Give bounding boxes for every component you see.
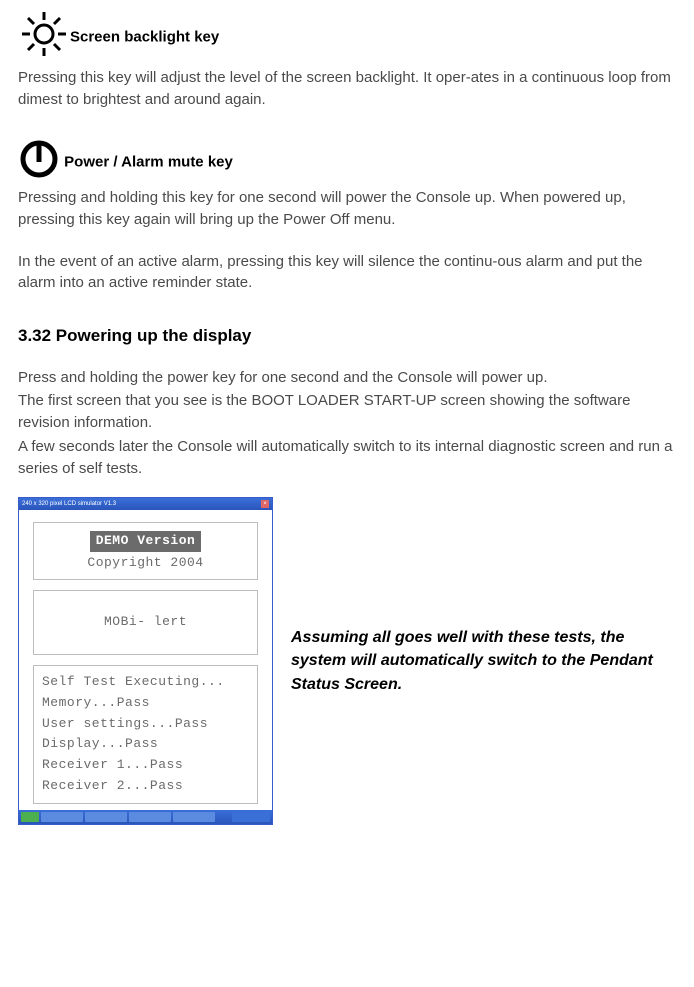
lcd-body: DEMO Version Copyright 2004 MOBi- lert S… <box>19 510 272 809</box>
lcd-demo-box: DEMO Version Copyright 2004 <box>33 522 258 580</box>
lcd-titlebar: 240 x 320 pixel LCD simulator V1.3 × <box>19 498 272 510</box>
lcd-selftest-box: Self Test Executing... Memory...Pass Use… <box>33 665 258 804</box>
section-p2: The first screen that you see is the BOO… <box>18 390 676 434</box>
taskbar-item <box>173 812 215 822</box>
system-tray-icon <box>232 812 270 822</box>
power-section: Power / Alarm mute key Pressing and hold… <box>18 138 676 294</box>
lcd-taskbar <box>19 810 272 824</box>
backlight-title: Screen backlight key <box>70 28 219 45</box>
power-body-2: In the event of an active alarm, pressin… <box>18 251 676 295</box>
lcd-demo-label: DEMO Version <box>90 531 202 552</box>
selftest-line: Receiver 2...Pass <box>42 776 249 797</box>
selftest-line: Receiver 1...Pass <box>42 755 249 776</box>
section-p1: Press and holding the power key for one … <box>18 367 676 389</box>
power-title: Power / Alarm mute key <box>60 154 233 171</box>
section-heading-3-32: 3.32 Powering up the display <box>18 324 676 349</box>
start-button-icon <box>21 812 39 822</box>
taskbar-item <box>129 812 171 822</box>
close-icon: × <box>261 500 269 508</box>
backlight-section: Screen backlight key Pressing this key w… <box>18 10 676 110</box>
figure-caption: Assuming all goes well with these tests,… <box>291 626 676 696</box>
power-body-1: Pressing and holding this key for one se… <box>18 187 676 231</box>
taskbar-item <box>85 812 127 822</box>
brightness-icon <box>18 10 70 65</box>
power-icon <box>18 138 60 187</box>
lcd-simulator-window: 240 x 320 pixel LCD simulator V1.3 × DEM… <box>18 497 273 824</box>
lcd-window-title: 240 x 320 pixel LCD simulator V1.3 <box>22 498 116 510</box>
taskbar-item <box>41 812 83 822</box>
backlight-body: Pressing this key will adjust the level … <box>18 67 676 111</box>
section-p3: A few seconds later the Console will aut… <box>18 436 676 480</box>
selftest-line: Self Test Executing... <box>42 672 249 693</box>
lcd-copyright-label: Copyright 2004 <box>38 554 253 573</box>
lcd-figure-row: 240 x 320 pixel LCD simulator V1.3 × DEM… <box>18 497 676 824</box>
lcd-product-box: MOBi- lert <box>33 590 258 655</box>
selftest-line: User settings...Pass <box>42 714 249 735</box>
selftest-line: Memory...Pass <box>42 693 249 714</box>
selftest-line: Display...Pass <box>42 734 249 755</box>
